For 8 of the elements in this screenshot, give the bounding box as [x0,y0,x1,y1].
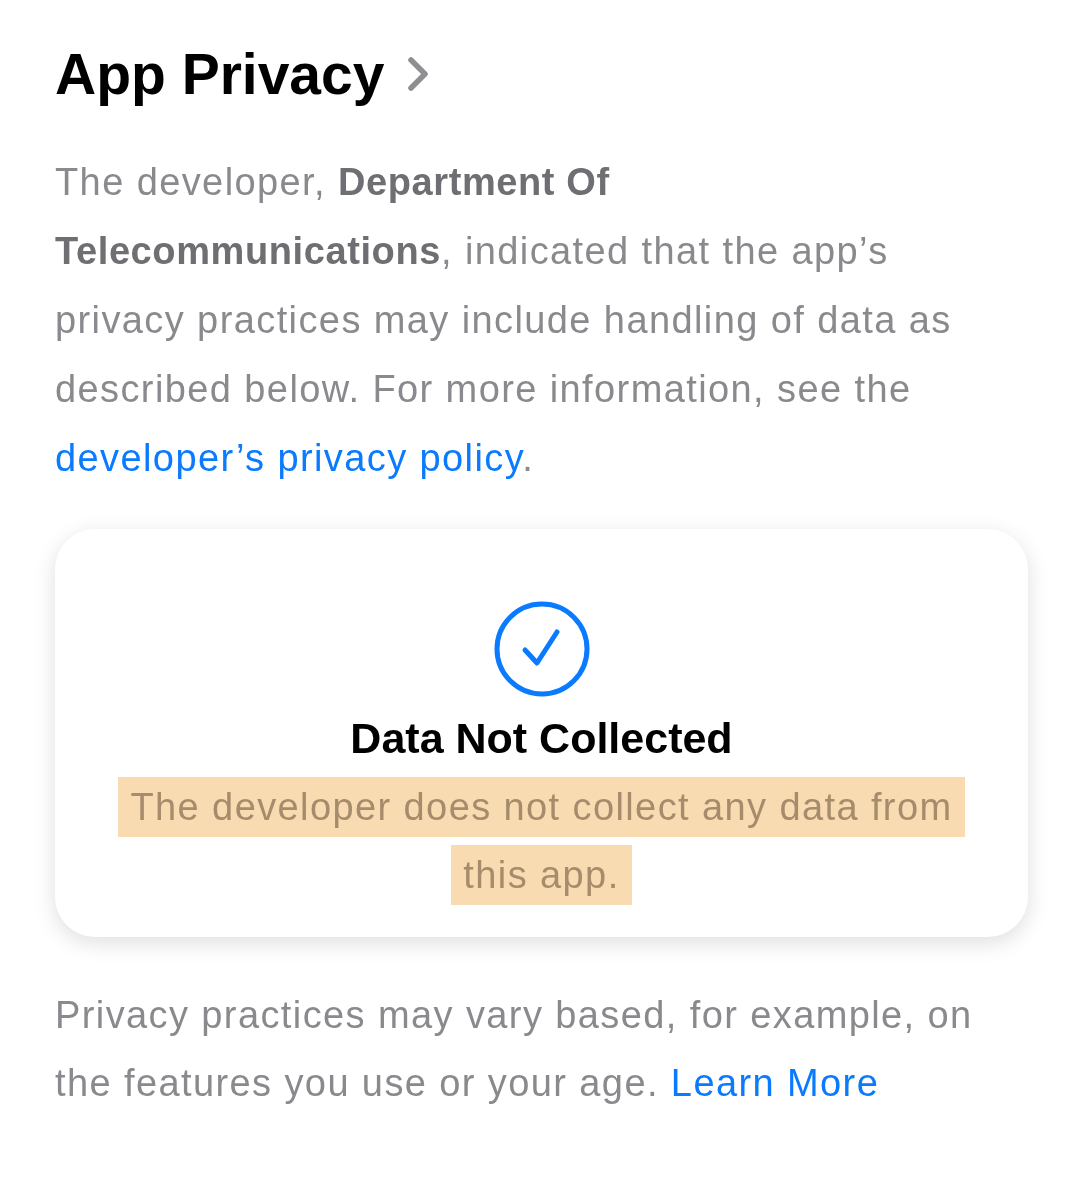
app-privacy-header[interactable]: App Privacy [55,40,429,108]
description-text: The developer, Department Of Telecommunications, indicated that the app’s privacy practices may include handling of data as described below. For more information, see the developer’s privacy policy. [55,160,953,481]
privacy-policy-link[interactable]: developer’s privacy policy [55,437,523,479]
learn-more-link[interactable]: Learn More [670,1062,880,1104]
card-title: Data Not Collected [350,713,733,763]
chevron-icon [408,57,429,91]
check-circle-icon [493,601,590,697]
footer-text: Privacy practices may vary based, for example, on the features you use or your age. Learn More [55,993,974,1106]
